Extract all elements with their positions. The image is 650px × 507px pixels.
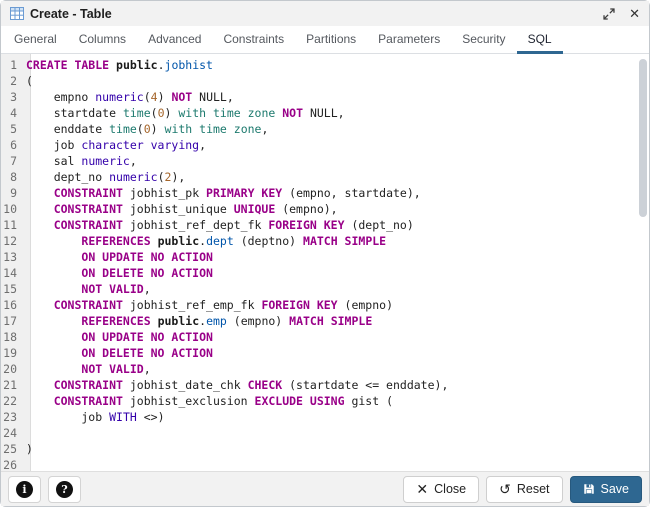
tab-sql[interactable]: SQL bbox=[517, 26, 563, 54]
reset-icon: ↺ bbox=[499, 482, 511, 496]
code-line: 2( bbox=[1, 73, 649, 89]
code-line: 11 CONSTRAINT jobhist_ref_dept_fk FOREIG… bbox=[1, 217, 649, 233]
info-icon: i bbox=[16, 481, 33, 498]
line-number: 23 bbox=[1, 409, 26, 425]
close-icon[interactable]: ✕ bbox=[629, 7, 640, 20]
footer: i ? ✕ Close ↺ Reset Save bbox=[1, 471, 649, 506]
line-number: 9 bbox=[1, 185, 26, 201]
line-number: 7 bbox=[1, 153, 26, 169]
code-line: 10 CONSTRAINT jobhist_unique UNIQUE (emp… bbox=[1, 201, 649, 217]
dialog-title: Create - Table bbox=[30, 7, 112, 21]
code-line: 6 job character varying, bbox=[1, 137, 649, 153]
save-button[interactable]: Save bbox=[570, 476, 643, 503]
line-number: 11 bbox=[1, 217, 26, 233]
line-number: 24 bbox=[1, 425, 26, 441]
code-line: 21 CONSTRAINT jobhist_date_chk CHECK (st… bbox=[1, 377, 649, 393]
info-button[interactable]: i bbox=[8, 476, 41, 503]
line-number: 8 bbox=[1, 169, 26, 185]
help-button[interactable]: ? bbox=[48, 476, 81, 503]
code-line: 22 CONSTRAINT jobhist_exclusion EXCLUDE … bbox=[1, 393, 649, 409]
code-line: 9 CONSTRAINT jobhist_pk PRIMARY KEY (emp… bbox=[1, 185, 649, 201]
line-number: 13 bbox=[1, 249, 26, 265]
code-line: 15 NOT VALID, bbox=[1, 281, 649, 297]
line-number: 20 bbox=[1, 361, 26, 377]
code-line: 18 ON UPDATE NO ACTION bbox=[1, 329, 649, 345]
line-number: 17 bbox=[1, 313, 26, 329]
line-number: 16 bbox=[1, 297, 26, 313]
line-number: 6 bbox=[1, 137, 26, 153]
tabbar: General Columns Advanced Constraints Par… bbox=[1, 26, 649, 54]
code-line: 5 enddate time(0) with time zone, bbox=[1, 121, 649, 137]
line-number: 12 bbox=[1, 233, 26, 249]
close-button-label: Close bbox=[434, 482, 466, 496]
maximize-icon[interactable] bbox=[603, 8, 615, 20]
code-line: 20 NOT VALID, bbox=[1, 361, 649, 377]
line-number: 14 bbox=[1, 265, 26, 281]
close-x-icon: ✕ bbox=[416, 482, 428, 496]
line-number: 15 bbox=[1, 281, 26, 297]
reset-button-label: Reset bbox=[517, 482, 550, 496]
code-line: 3 empno numeric(4) NOT NULL, bbox=[1, 89, 649, 105]
code-line: 17 REFERENCES public.emp (empno) MATCH S… bbox=[1, 313, 649, 329]
code-line: 14 ON DELETE NO ACTION bbox=[1, 265, 649, 281]
line-number: 2 bbox=[1, 73, 26, 89]
code-line: 7 sal numeric, bbox=[1, 153, 649, 169]
reset-button[interactable]: ↺ Reset bbox=[486, 476, 562, 503]
tab-columns[interactable]: Columns bbox=[68, 26, 137, 54]
create-table-dialog: { "window": { "title": "Create - Table",… bbox=[0, 0, 650, 507]
line-number: 5 bbox=[1, 121, 26, 137]
titlebar: Create - Table ✕ bbox=[1, 1, 649, 26]
code-line: 1CREATE TABLE public.jobhist bbox=[1, 57, 649, 73]
tab-constraints[interactable]: Constraints bbox=[212, 26, 295, 54]
code-line: 4 startdate time(0) with time zone NOT N… bbox=[1, 105, 649, 121]
tab-partitions[interactable]: Partitions bbox=[295, 26, 367, 54]
tab-security[interactable]: Security bbox=[451, 26, 516, 54]
code-line: 13 ON UPDATE NO ACTION bbox=[1, 249, 649, 265]
line-number: 10 bbox=[1, 201, 26, 217]
editor-scrollbar[interactable] bbox=[639, 59, 647, 217]
save-button-label: Save bbox=[601, 482, 630, 496]
code-line: 25) bbox=[1, 441, 649, 457]
code-line: 19 ON DELETE NO ACTION bbox=[1, 345, 649, 361]
tab-advanced[interactable]: Advanced bbox=[137, 26, 212, 54]
line-number: 22 bbox=[1, 393, 26, 409]
line-number: 3 bbox=[1, 89, 26, 105]
sql-editor[interactable]: 1CREATE TABLE public.jobhist2(3 empno nu… bbox=[1, 54, 649, 473]
code-line: 23 job WITH <>) bbox=[1, 409, 649, 425]
table-grid-icon bbox=[10, 7, 24, 20]
line-number: 25 bbox=[1, 441, 26, 457]
code-line: 24 bbox=[1, 425, 649, 441]
line-number: 21 bbox=[1, 377, 26, 393]
line-number: 18 bbox=[1, 329, 26, 345]
code-line: 16 CONSTRAINT jobhist_ref_emp_fk FOREIGN… bbox=[1, 297, 649, 313]
line-number: 19 bbox=[1, 345, 26, 361]
save-floppy-icon bbox=[583, 483, 595, 495]
code-lines: 1CREATE TABLE public.jobhist2(3 empno nu… bbox=[1, 54, 649, 473]
help-icon: ? bbox=[56, 481, 73, 498]
line-number: 1 bbox=[1, 57, 26, 73]
tab-general[interactable]: General bbox=[3, 26, 68, 54]
line-number: 4 bbox=[1, 105, 26, 121]
close-button[interactable]: ✕ Close bbox=[403, 476, 479, 503]
code-line: 12 REFERENCES public.dept (deptno) MATCH… bbox=[1, 233, 649, 249]
tab-parameters[interactable]: Parameters bbox=[367, 26, 451, 54]
code-line: 8 dept_no numeric(2), bbox=[1, 169, 649, 185]
